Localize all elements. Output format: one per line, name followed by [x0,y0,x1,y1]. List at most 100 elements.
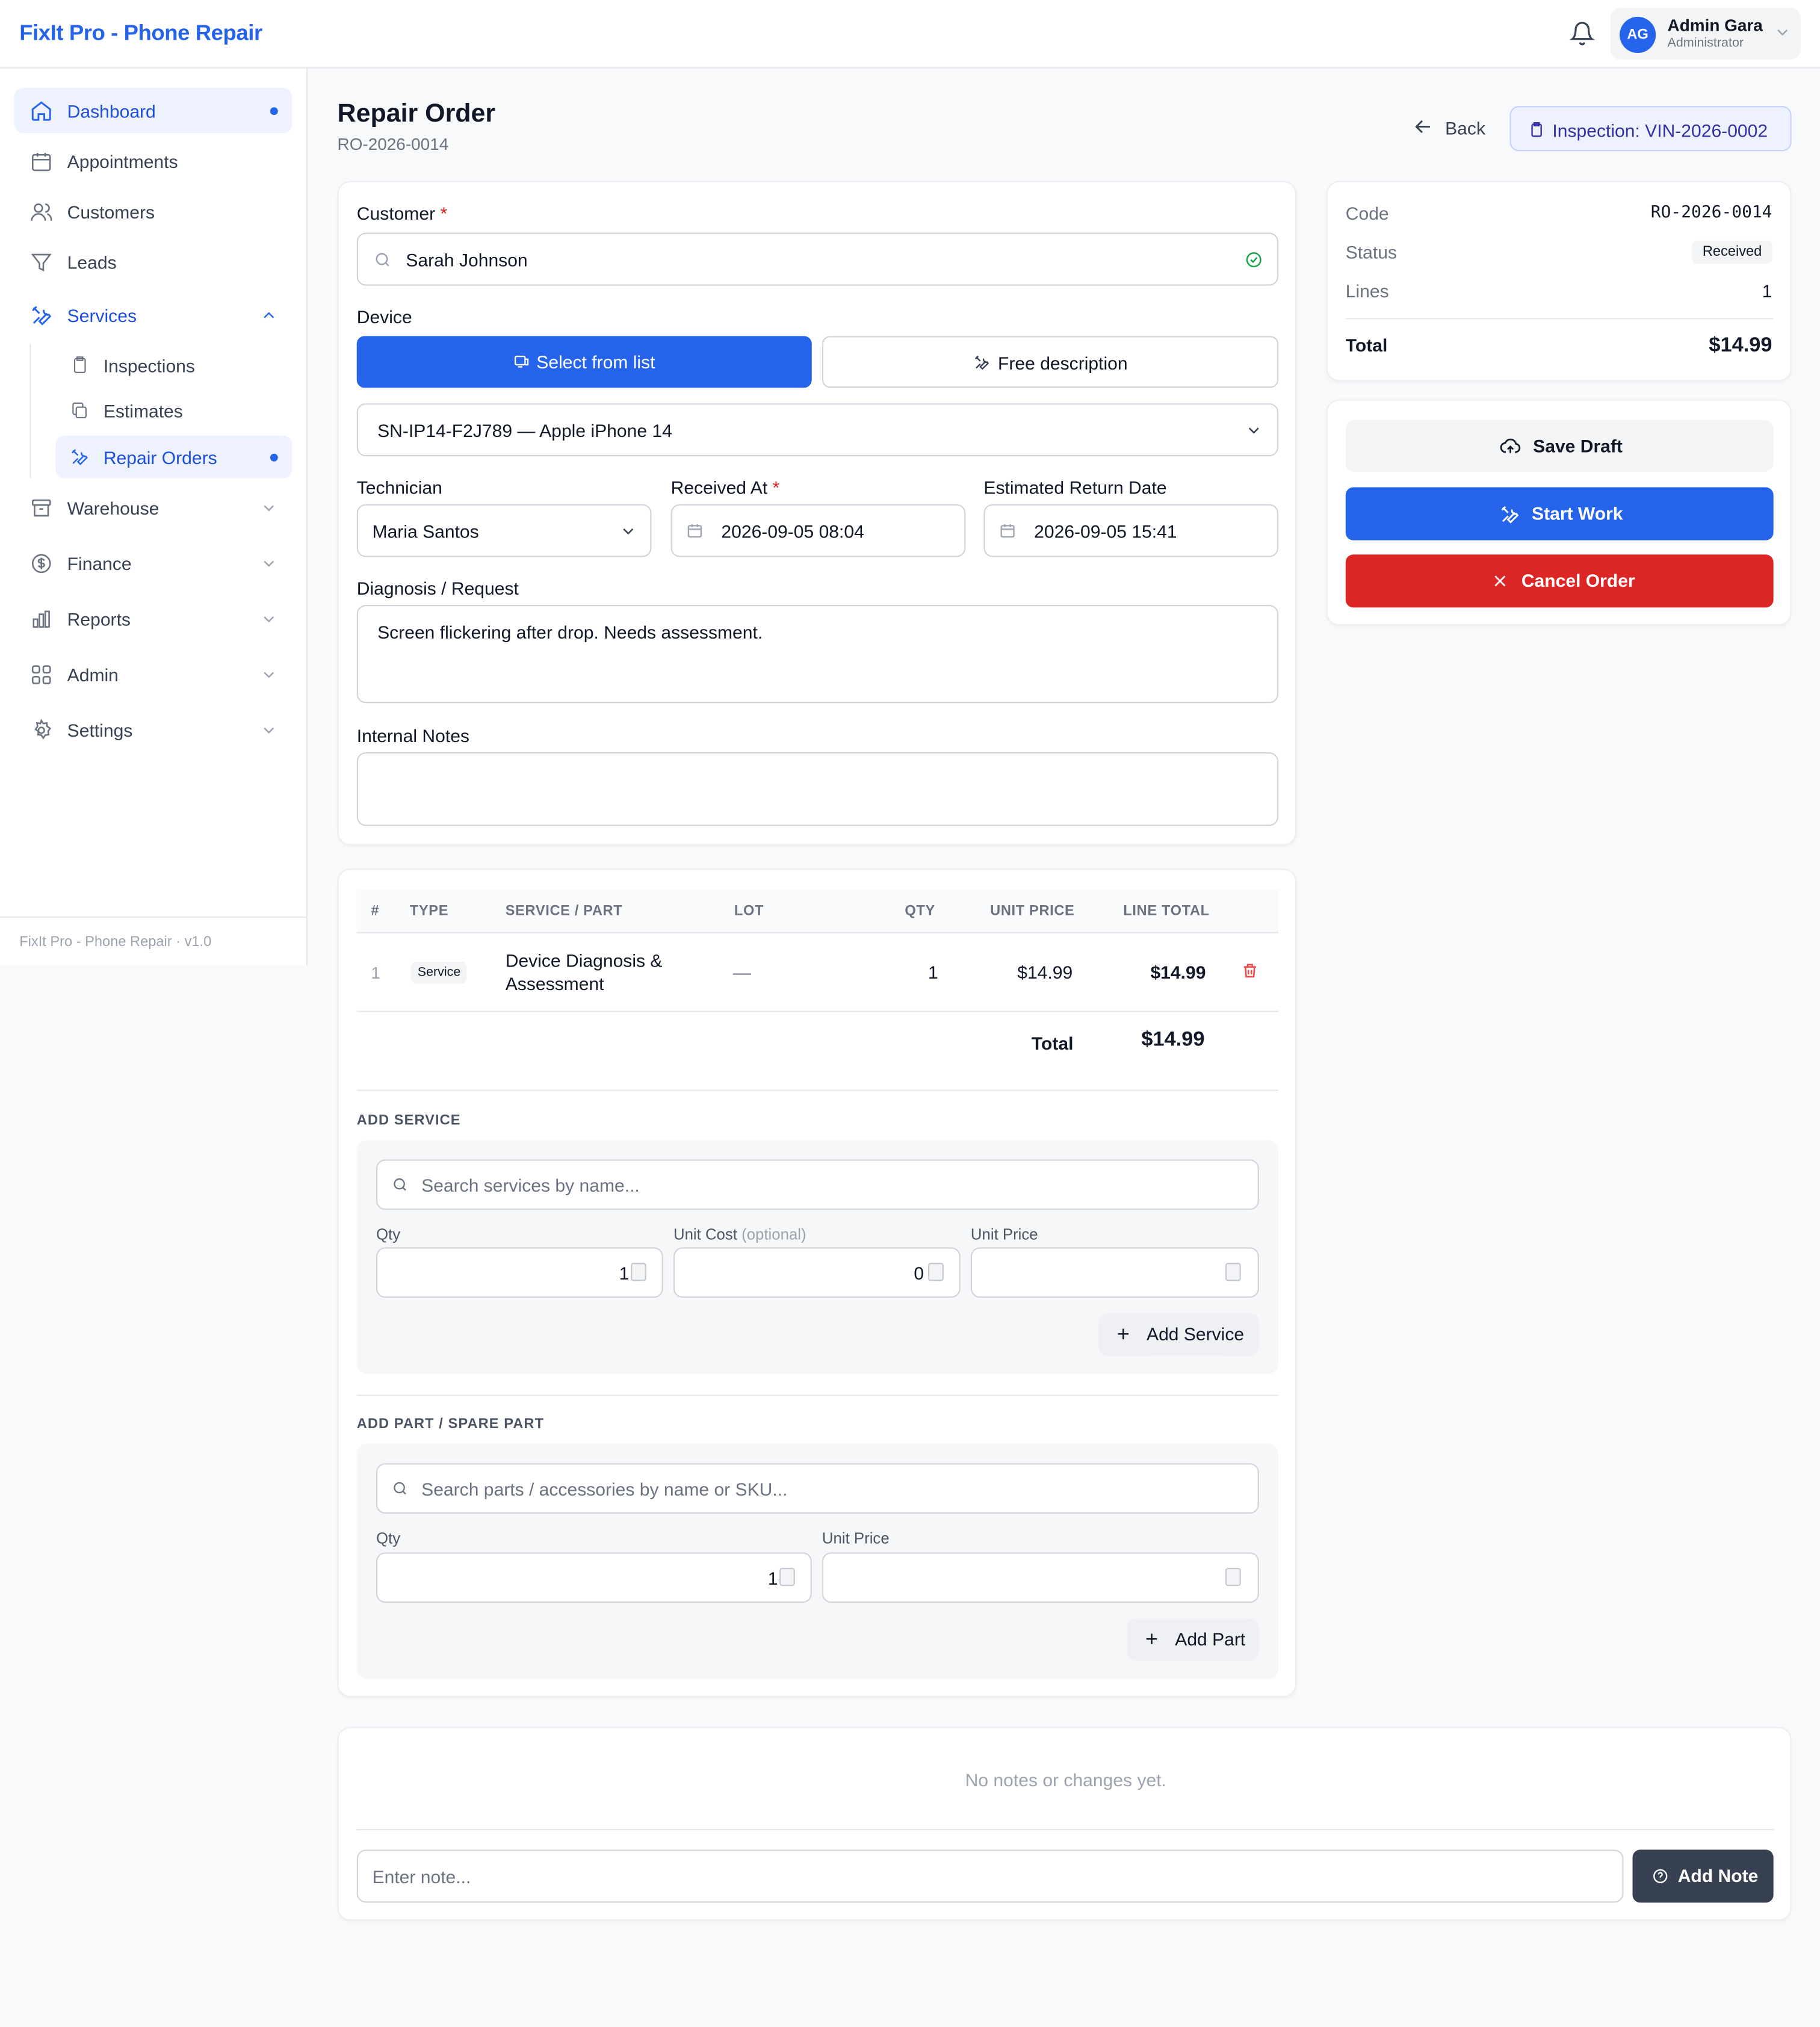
sidebar-item-leads[interactable]: Leads [14,239,292,284]
bell-icon[interactable] [1569,20,1596,46]
free-description-button[interactable]: Free description [822,336,1279,388]
sidebar-item-admin[interactable]: Admin [14,651,292,696]
part-qty-input[interactable]: 1 [376,1552,812,1603]
user-menu[interactable]: AG Admin Gara Administrator [1611,7,1801,60]
cancel-order-button[interactable]: Cancel Order [1345,554,1774,608]
sidebar-sub-repair-orders[interactable]: Repair Orders [55,435,292,478]
add-note-button[interactable]: Add Note [1632,1849,1774,1903]
note-input[interactable]: Enter note... [356,1849,1624,1903]
sidebar-item-services[interactable]: Services [14,292,292,337]
customer-field[interactable]: Sarah Johnson [356,232,1279,286]
chevron-down-icon [1248,427,1259,434]
diagnosis-label: Diagnosis / Request [356,578,519,599]
col-qty: QTY [905,903,935,920]
add-part-button[interactable]: Add Part [1127,1618,1259,1661]
return-date-value: 2026-09-05 15:41 [1034,521,1177,542]
summary-total-label: Total [1345,335,1388,356]
col-line-total: LINE TOTAL [1123,903,1210,920]
line-qty: 1 [928,961,938,983]
technician-label: Technician [356,477,442,498]
sidebar-item-dashboard[interactable]: Dashboard [14,88,292,134]
internal-notes-textarea[interactable] [356,752,1279,826]
top-header: FixIt Pro - Phone Repair AG Admin Gara A… [0,0,1820,69]
service-search-input[interactable]: Search services by name... [376,1159,1259,1210]
sidebar-item-label: Customers [67,202,155,223]
sidebar-item-customers[interactable]: Customers [14,189,292,234]
part-price-input[interactable] [822,1552,1259,1603]
sidebar-item-appointments[interactable]: Appointments [14,138,292,184]
question-circle-icon [1653,1869,1668,1884]
type-badge: Service [410,961,468,984]
spinner[interactable] [779,1568,795,1586]
service-qty-input[interactable]: 1 [376,1247,663,1298]
diagnosis-value: Screen flickering after drop. Needs asse… [377,622,763,643]
dollar-circle-icon [31,554,51,574]
chevron-down-icon [264,505,274,512]
save-draft-button[interactable]: Save Draft [1345,420,1774,472]
status-badge: Received [1692,240,1772,264]
service-qty-label: Qty [376,1225,401,1244]
start-work-label: Start Work [1532,503,1623,524]
app-brand[interactable]: FixIt Pro - Phone Repair [19,20,262,46]
tools-icon [1501,506,1519,524]
received-label: Received At * [671,477,780,498]
sidebar-item-warehouse[interactable]: Warehouse [14,484,292,530]
service-cost-value: 0 [914,1263,924,1284]
received-label-text: Received At [670,477,768,498]
return-date-label: Estimated Return Date [983,477,1167,498]
add-part-label: Add Part [1175,1629,1246,1650]
return-date-field[interactable]: 2026-09-05 15:41 [983,504,1279,557]
note-placeholder: Enter note... [372,1866,471,1887]
select-from-list-button[interactable]: Select from list [356,336,812,388]
list-icon [514,355,529,368]
calendar-icon [1000,524,1015,538]
part-qty-value: 1 [767,1568,778,1589]
calendar-icon [687,524,702,538]
service-search-placeholder: Search services by name... [421,1175,640,1196]
sidebar-item-settings[interactable]: Settings [14,707,292,752]
calendar-icon [31,152,51,172]
diagnosis-textarea[interactable]: Screen flickering after drop. Needs asse… [356,605,1279,704]
filter-icon [31,253,52,271]
service-cost-input[interactable]: 0 [673,1247,961,1298]
add-service-title: ADD SERVICE [356,1113,461,1128]
start-work-button[interactable]: Start Work [1345,487,1774,540]
table-row[interactable]: 1 Service Device Diagnosis & Assessment … [356,933,1279,1012]
sidebar-item-finance[interactable]: Finance [14,540,292,586]
col-lot: LOT [734,903,764,920]
user-name: Admin Gara [1667,15,1763,35]
technician-select[interactable]: Maria Santos [356,504,652,557]
save-draft-label: Save Draft [1533,435,1623,457]
version-text: FixIt Pro - Phone Repair · v1.0 [19,934,212,950]
sidebar-item-label: Services [67,305,137,326]
chevron-down-icon [264,616,274,623]
service-price-input[interactable] [970,1247,1259,1298]
device-value: SN-IP14-F2J789 — Apple iPhone 14 [377,420,672,441]
col-unit-price: UNIT PRICE [990,903,1075,920]
received-at-field[interactable]: 2026-09-05 08:04 [670,504,966,557]
trash-icon[interactable] [1241,962,1259,980]
sidebar-sub-inspections[interactable]: Inspections [55,344,292,386]
gear-icon [34,719,52,740]
spinner[interactable] [1225,1263,1241,1281]
inspection-link-button[interactable]: Inspection: VIN-2026-0002 [1509,106,1792,152]
device-select[interactable]: SN-IP14-F2J789 — Apple iPhone 14 [356,403,1279,457]
actions-card: Save Draft Start Work Cancel Order [1326,399,1792,626]
sidebar-item-reports[interactable]: Reports [14,596,292,641]
spinner[interactable] [928,1263,944,1281]
sidebar-sub-estimates[interactable]: Estimates [55,389,292,432]
bar-chart-icon [32,610,50,628]
part-price-label: Unit Price [822,1529,890,1547]
code-value: RO-2026-0014 [1650,203,1772,223]
line-total: $14.99 [1150,961,1206,983]
notes-card: No notes or changes yet. Enter note... A… [337,1727,1792,1921]
close-icon [1494,575,1506,587]
spinner[interactable] [1225,1568,1241,1586]
summary-total-value: $14.99 [1709,335,1772,357]
part-search-input[interactable]: Search parts / accessories by name or SK… [376,1463,1259,1514]
spinner[interactable] [631,1263,646,1281]
customer-label-text: Customer [356,203,436,224]
add-service-button[interactable]: Add Service [1098,1313,1259,1356]
add-part-title: ADD PART / SPARE PART [356,1416,545,1432]
chevron-down-icon [623,528,634,535]
